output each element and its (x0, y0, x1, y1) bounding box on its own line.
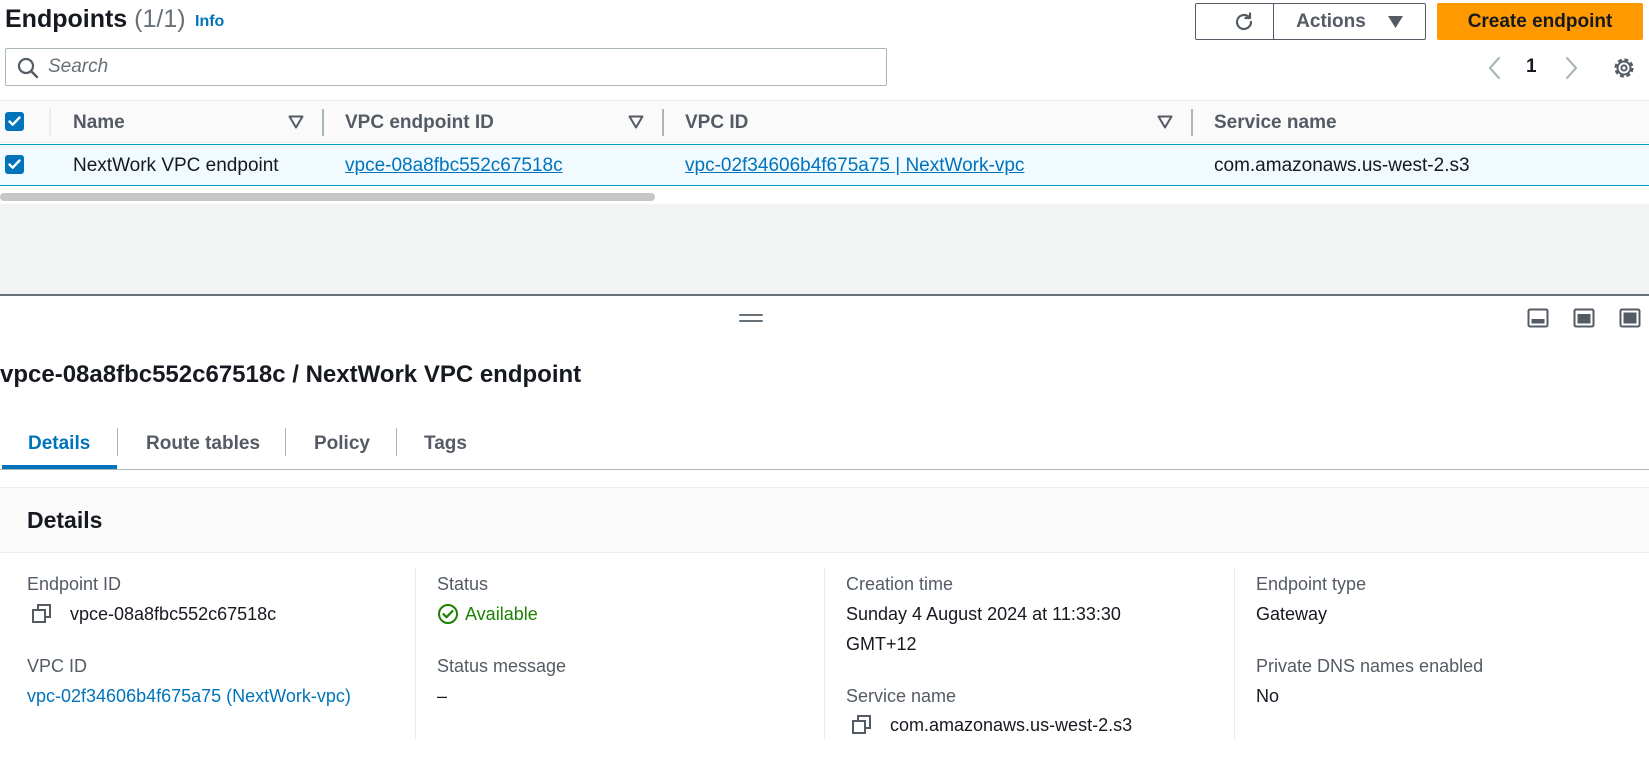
search-input[interactable] (48, 49, 868, 84)
table-row[interactable]: NextWork VPC endpoint vpce-08a8fbc552c67… (0, 144, 1649, 186)
chevron-right-icon[interactable] (1561, 54, 1581, 82)
checkbox-icon (8, 159, 21, 169)
tab-details[interactable]: Details (28, 433, 90, 455)
vpc-id-link[interactable]: vpc-02f34606b4f675a75 (NextWork-vpc) (27, 686, 351, 707)
column-separator[interactable] (662, 109, 664, 136)
status-message-value: – (437, 686, 448, 706)
sort-icon[interactable] (1157, 115, 1173, 129)
page-title: Endpoints (1/1) (5, 5, 186, 34)
panel-full-icon[interactable] (1619, 308, 1641, 328)
drag-handle-icon[interactable] (739, 313, 763, 323)
status-label: Status (437, 574, 489, 594)
search-icon (17, 57, 39, 79)
details-section-title: Details (27, 507, 103, 533)
column-separator[interactable] (322, 109, 324, 136)
page-title-text: Endpoints (5, 5, 128, 33)
active-tab-indicator (2, 465, 117, 469)
actions-label: Actions (1296, 10, 1366, 32)
sort-icon[interactable] (288, 115, 304, 129)
table-header: Name VPC endpoint ID VPC ID Service name (0, 100, 1649, 143)
split-panel-divider (0, 294, 1649, 296)
endpoint-type-value: Gateway (1256, 604, 1328, 624)
current-page-number[interactable]: 1 (1526, 56, 1537, 78)
info-link[interactable]: Info (195, 13, 224, 31)
tab-separator (117, 428, 118, 456)
detail-tabs: Details Route tables Policy Tags (0, 420, 1649, 470)
sort-icon[interactable] (628, 115, 644, 129)
search-field[interactable] (5, 48, 887, 86)
endpoint-id-label: Endpoint ID (27, 574, 122, 594)
service-name-value: com.amazonaws.us-west-2.s3 (890, 715, 1133, 735)
details-section-header: Details (0, 487, 1649, 553)
status-ok-icon (438, 604, 458, 624)
vpc-id-label: VPC ID (27, 656, 88, 676)
tab-route-tables[interactable]: Route tables (146, 433, 260, 455)
row-vpc-id-link[interactable]: vpc-02f34606b4f675a75 | NextWork-vpc (685, 155, 1024, 177)
column-header-vpc-endpoint-id[interactable]: VPC endpoint ID (345, 112, 494, 134)
column-separator[interactable] (1191, 109, 1193, 136)
horizontal-scrollbar[interactable] (0, 193, 655, 201)
selection-count: (1/1) (134, 5, 186, 33)
tab-tags[interactable]: Tags (424, 433, 467, 455)
creation-time-label: Creation time (846, 574, 954, 594)
chevron-left-icon[interactable] (1485, 54, 1505, 82)
caret-down-icon (1387, 15, 1403, 28)
status-value: Available (465, 604, 538, 624)
column-separator (49, 109, 51, 136)
row-name: NextWork VPC endpoint (73, 155, 279, 176)
row-checkbox[interactable] (5, 155, 24, 174)
column-header-name[interactable]: Name (73, 112, 125, 134)
column-header-vpc-id[interactable]: VPC ID (685, 112, 748, 134)
row-vpc-endpoint-id-link[interactable]: vpce-08a8fbc552c67518c (345, 155, 563, 177)
gear-icon[interactable] (1611, 55, 1637, 81)
details-column-divider (824, 568, 825, 740)
copy-icon[interactable] (31, 603, 53, 625)
private-dns-value: No (1256, 686, 1280, 706)
endpoints-list-panel: Endpoints (1/1) Info Actions Create endp… (0, 0, 1649, 295)
checkbox-icon (8, 116, 21, 126)
status-message-label: Status message (437, 656, 567, 676)
details-column-divider (415, 568, 416, 740)
panel-side-icon[interactable] (1573, 308, 1595, 328)
tab-separator (396, 428, 397, 456)
tab-policy[interactable]: Policy (314, 433, 370, 455)
refresh-icon (1235, 11, 1252, 30)
row-service-name: com.amazonaws.us-west-2.s3 (1214, 155, 1470, 176)
details-column-divider (1234, 568, 1235, 740)
creation-time-value: Sunday 4 August 2024 at 11:33:30 (846, 604, 1121, 624)
detail-panel-title: vpce-08a8fbc552c67518c / NextWork VPC en… (0, 361, 582, 388)
service-name-label: Service name (846, 686, 957, 706)
tab-separator (285, 428, 286, 456)
endpoint-type-label: Endpoint type (1256, 574, 1367, 594)
actions-button[interactable]: Actions (1273, 3, 1426, 40)
select-all-checkbox[interactable] (5, 112, 24, 131)
panel-bottom-icon[interactable] (1527, 308, 1549, 328)
creation-time-timezone: GMT+12 (846, 634, 917, 654)
private-dns-label: Private DNS names enabled (1256, 656, 1484, 676)
column-header-service-name[interactable]: Service name (1214, 112, 1337, 134)
endpoint-id-value: vpce-08a8fbc552c67518c (70, 604, 277, 624)
create-endpoint-button[interactable]: Create endpoint (1437, 3, 1643, 40)
copy-icon[interactable] (851, 714, 873, 736)
